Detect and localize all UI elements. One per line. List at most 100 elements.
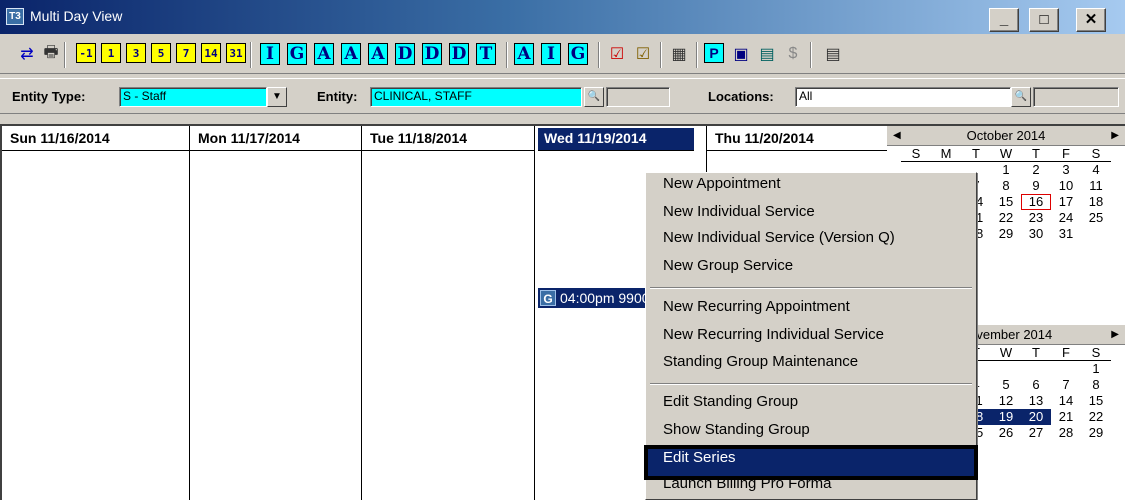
date-cell[interactable]: 10 (1051, 178, 1081, 194)
date-cell[interactable]: 21 (1051, 409, 1081, 425)
date-cell[interactable]: 12 (991, 393, 1021, 409)
menu-item-new-appointment[interactable]: New Appointment (648, 175, 974, 202)
day-range-button[interactable]: -1 (76, 43, 96, 63)
date-cell[interactable]: 5 (991, 377, 1021, 393)
date-cell[interactable]: 23 (1021, 210, 1051, 226)
date-cell[interactable]: 13 (1021, 393, 1051, 409)
date-cell[interactable]: 15 (1081, 393, 1111, 409)
weekday-label: S (1081, 345, 1111, 361)
date-cell[interactable]: 14 (1051, 393, 1081, 409)
letter-button[interactable]: D (395, 43, 415, 65)
day-header[interactable]: Mon 11/17/2014 (190, 126, 361, 151)
print-icon[interactable]: 🖶 (40, 43, 62, 65)
locations-extra-field[interactable] (1033, 87, 1119, 107)
letter-button[interactable]: A (341, 43, 361, 65)
date-cell[interactable]: 28 (1051, 425, 1081, 441)
date-cell[interactable]: 15 (991, 194, 1021, 210)
letter-button[interactable]: I (260, 43, 280, 65)
next-month-icon[interactable]: ▶ (1111, 126, 1119, 146)
properties-icon[interactable]: ▤ (822, 43, 844, 65)
prev-month-icon[interactable]: ◀ (893, 126, 901, 146)
entity-search-icon[interactable]: 🔍 (584, 87, 604, 107)
close-button[interactable]: ✕ (1076, 8, 1106, 32)
entity-field[interactable]: CLINICAL, STAFF (370, 87, 582, 107)
day-header[interactable]: Sun 11/16/2014 (2, 126, 189, 151)
p-button[interactable]: P (704, 43, 724, 63)
menu-item-new-individual-service-version-q[interactable]: New Individual Service (Version Q) (648, 229, 974, 256)
day-header[interactable]: Tue 11/18/2014 (362, 126, 534, 151)
date-cell[interactable]: 8 (991, 178, 1021, 194)
next-month-icon[interactable]: ▶ (1111, 325, 1119, 345)
menu-item-new-group-service[interactable]: New Group Service (648, 257, 974, 284)
entity-type-select[interactable]: S - Staff (119, 87, 267, 107)
minimize-button[interactable]: _ (989, 8, 1019, 32)
day-header[interactable]: Thu 11/20/2014 (707, 126, 888, 151)
grid-icon[interactable]: ▤ (756, 43, 778, 65)
date-cell[interactable]: 6 (1021, 377, 1051, 393)
maximize-button[interactable]: □ (1029, 8, 1059, 32)
locations-search-icon[interactable]: 🔍 (1011, 87, 1031, 107)
date-cell[interactable]: 22 (991, 210, 1021, 226)
day-range-button[interactable]: 1 (101, 43, 121, 63)
date-cell[interactable]: 22 (1081, 409, 1111, 425)
menu-item-show-standing-group[interactable]: Show Standing Group (648, 421, 974, 448)
date-cell[interactable]: 29 (1081, 425, 1111, 441)
day-header[interactable]: Wed 11/19/2014 (538, 128, 694, 151)
letter-button[interactable]: T (476, 43, 496, 65)
date-cell[interactable]: 19 (991, 409, 1021, 425)
letter-button[interactable]: A (514, 43, 534, 65)
date-cell[interactable]: 31 (1051, 226, 1081, 242)
letter-button[interactable]: A (368, 43, 388, 65)
day-column[interactable]: Tue 11/18/2014 (362, 126, 535, 500)
money-icon[interactable]: $ (782, 43, 804, 65)
date-cell[interactable]: 2 (1021, 162, 1051, 178)
menu-item-new-recurring-individual-service[interactable]: New Recurring Individual Service (648, 326, 974, 353)
day-range-button[interactable]: 5 (151, 43, 171, 63)
letter-button[interactable]: D (422, 43, 442, 65)
date-cell[interactable]: 11 (1081, 178, 1111, 194)
letter-button[interactable]: I (541, 43, 561, 65)
menu-item-new-recurring-appointment[interactable]: New Recurring Appointment (648, 298, 974, 325)
date-cell[interactable]: 17 (1051, 194, 1081, 210)
menu-item-edit-series[interactable]: Edit Series (644, 445, 978, 480)
menu-item-launch-billing-pro-forma[interactable]: Launch Billing Pro Forma (648, 475, 974, 500)
locations-field[interactable]: All (795, 87, 1011, 107)
menu-item-new-individual-service[interactable]: New Individual Service (648, 203, 974, 230)
day-range-button[interactable]: 3 (126, 43, 146, 63)
letter-button[interactable]: A (314, 43, 334, 65)
date-cell[interactable]: 8 (1081, 377, 1111, 393)
menu-item-edit-standing-group[interactable]: Edit Standing Group (648, 393, 974, 420)
letter-button[interactable]: D (449, 43, 469, 65)
date-cell[interactable]: 30 (1021, 226, 1051, 242)
date-cell[interactable]: 26 (991, 425, 1021, 441)
letter-button[interactable]: G (568, 43, 588, 65)
entity-extra-field[interactable] (606, 87, 670, 107)
date-cell[interactable]: 1 (1081, 361, 1111, 377)
day-range-button[interactable]: 14 (201, 43, 221, 63)
date-cell[interactable]: 29 (991, 226, 1021, 242)
date-cell[interactable]: 27 (1021, 425, 1051, 441)
date-cell[interactable]: 9 (1021, 178, 1051, 194)
day-range-button[interactable]: 7 (176, 43, 196, 63)
checkbox-gold-icon[interactable]: ☑ (632, 43, 654, 65)
day-range-button[interactable]: 31 (226, 43, 246, 63)
day-column[interactable]: Sun 11/16/2014 (2, 126, 190, 500)
search-doc-icon[interactable]: ▣ (730, 43, 752, 65)
letter-button[interactable]: G (287, 43, 307, 65)
date-cell[interactable]: 20 (1021, 409, 1051, 425)
refresh-icon[interactable]: ⇄ (16, 43, 38, 65)
date-cell[interactable]: 3 (1051, 162, 1081, 178)
calendar-icon[interactable]: ▦ (668, 43, 690, 65)
entity-type-dropdown-arrow[interactable]: ▼ (267, 87, 287, 107)
toolbar-separator (660, 42, 662, 68)
day-column[interactable]: Mon 11/17/2014 (190, 126, 362, 500)
checkbox-red-icon[interactable]: ☑ (606, 43, 628, 65)
date-cell[interactable]: 25 (1081, 210, 1111, 226)
menu-item-standing-group-maintenance[interactable]: Standing Group Maintenance (648, 353, 974, 380)
date-cell[interactable]: 16 (1021, 194, 1051, 210)
date-cell[interactable]: 18 (1081, 194, 1111, 210)
date-cell[interactable]: 1 (991, 162, 1021, 178)
date-cell[interactable]: 24 (1051, 210, 1081, 226)
date-cell[interactable]: 7 (1051, 377, 1081, 393)
date-cell[interactable]: 4 (1081, 162, 1111, 178)
